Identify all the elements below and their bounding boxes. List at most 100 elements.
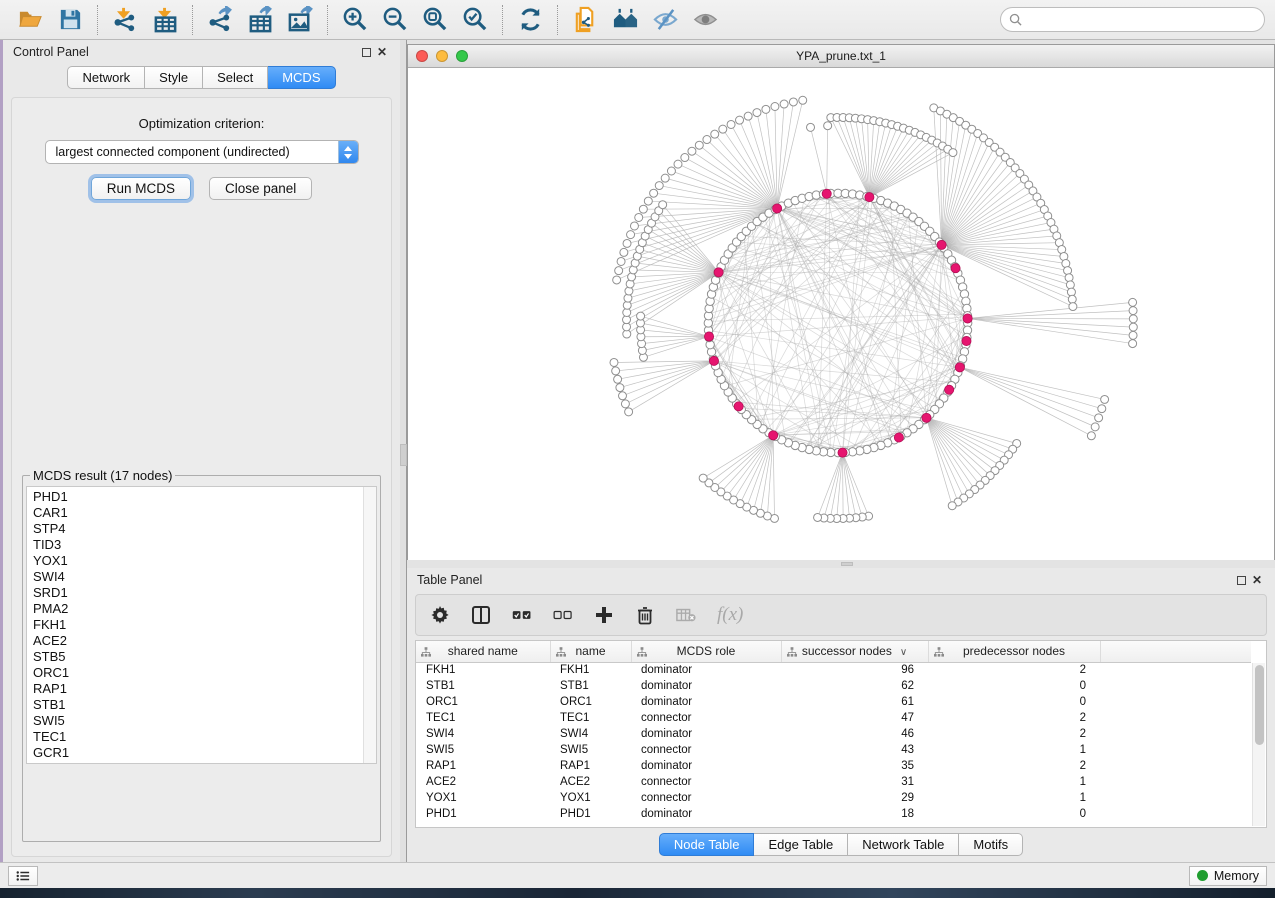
show-columns-button[interactable] [471, 600, 491, 630]
deselect-all-rows-button[interactable] [553, 600, 573, 630]
export-network-button[interactable] [200, 3, 240, 37]
result-node-item[interactable]: SWI5 [33, 713, 370, 729]
result-node-item[interactable]: STP4 [33, 521, 370, 537]
export-image-button[interactable] [280, 3, 320, 37]
run-mcds-button[interactable]: Run MCDS [91, 177, 191, 200]
splitter-handle[interactable] [841, 562, 853, 566]
show-all-button[interactable] [685, 3, 725, 37]
result-node-item[interactable]: TID3 [33, 537, 370, 553]
network-canvas[interactable] [408, 68, 1274, 560]
optimization-criterion-select[interactable]: largest connected component (undirected) [45, 140, 359, 164]
save-session-button[interactable] [50, 3, 90, 37]
result-node-item[interactable]: ORC1 [33, 665, 370, 681]
select-all-rows-button[interactable] [512, 600, 532, 630]
tab-motifs[interactable]: Motifs [959, 833, 1023, 856]
table-row[interactable]: SWI5SWI5connector431 [416, 742, 1251, 758]
table-row[interactable]: YOX1YOX1connector291 [416, 790, 1251, 806]
add-column-button[interactable] [594, 600, 614, 630]
result-node-item[interactable]: YOX1 [33, 553, 370, 569]
first-neighbors-button[interactable] [605, 3, 645, 37]
result-node-item[interactable]: STB1 [33, 697, 370, 713]
tab-select[interactable]: Select [203, 66, 268, 89]
function-builder-button[interactable]: f(x) [717, 604, 743, 626]
zoom-out-button[interactable] [375, 3, 415, 37]
tab-mcds[interactable]: MCDS [268, 66, 335, 89]
result-node-item[interactable]: PHD1 [33, 489, 370, 505]
table-row[interactable]: ORC1ORC1dominator610 [416, 694, 1251, 710]
table-row[interactable]: FKH1FKH1dominator962 [416, 662, 1251, 678]
result-node-item[interactable]: STB5 [33, 649, 370, 665]
mcds-result-groupbox: MCDS result (17 nodes) PHD1CAR1STP4TID3Y… [22, 468, 381, 842]
table-body: FKH1FKH1dominator962STB1STB1dominator620… [416, 662, 1251, 822]
memory-button[interactable]: Memory [1189, 866, 1267, 886]
result-node-item[interactable]: SWI4 [33, 569, 370, 585]
column-header-shared-name[interactable]: shared name [416, 641, 550, 662]
result-node-item[interactable]: RAP1 [33, 681, 370, 697]
result-node-item[interactable]: GCR1 [33, 745, 370, 761]
column-header-successor-nodes[interactable]: successor nodes∨ [781, 641, 928, 662]
right-area: YPA_prune.txt_1 Table Panel ✕ [407, 40, 1275, 862]
close-panel-button[interactable]: ✕ [374, 44, 390, 60]
float-panel-button[interactable] [1233, 572, 1249, 588]
memory-label: Memory [1214, 869, 1259, 883]
result-node-item[interactable]: FKH1 [33, 617, 370, 633]
tab-style[interactable]: Style [145, 66, 203, 89]
table-row[interactable]: TEC1TEC1connector472 [416, 710, 1251, 726]
table-row[interactable]: STB1STB1dominator620 [416, 678, 1251, 694]
result-node-item[interactable]: PMA2 [33, 601, 370, 617]
import-network-button[interactable] [105, 3, 145, 37]
zoom-selected-button[interactable] [455, 3, 495, 37]
zoom-in-button[interactable] [335, 3, 375, 37]
result-list-scrollbar[interactable] [363, 487, 376, 763]
float-panel-button[interactable] [358, 44, 374, 60]
vertical-splitter[interactable] [400, 40, 407, 862]
table-options-gear-button[interactable] [430, 600, 450, 630]
column-header-predecessor-nodes[interactable]: predecessor nodes [928, 641, 1100, 662]
mcds-result-items: PHD1CAR1STP4TID3YOX1SWI4SRD1PMA2FKH1ACE2… [27, 487, 376, 763]
zoom-fit-button[interactable] [415, 3, 455, 37]
tab-network-table[interactable]: Network Table [848, 833, 959, 856]
main-toolbar [0, 0, 1275, 40]
node-table: shared namenameMCDS rolesuccessor nodes∨… [415, 640, 1267, 828]
status-bar: Memory [0, 862, 1275, 888]
control-tabbar: NetworkStyleSelectMCDS [3, 60, 400, 93]
close-panel-button[interactable]: ✕ [1249, 572, 1265, 588]
tab-edge-table[interactable]: Edge Table [754, 833, 848, 856]
apply-layout-button[interactable] [510, 3, 550, 37]
close-panel-action-button[interactable]: Close panel [209, 177, 312, 200]
search-input[interactable] [1027, 13, 1256, 27]
sort-desc-icon: ∨ [900, 647, 907, 658]
column-header-MCDS-role[interactable]: MCDS role [631, 641, 781, 662]
export-table-button[interactable] [240, 3, 280, 37]
scrollbar-thumb[interactable] [1255, 665, 1264, 745]
task-history-button[interactable] [8, 866, 38, 886]
table-row[interactable]: ACE2ACE2connector311 [416, 774, 1251, 790]
import-table-button[interactable] [145, 3, 185, 37]
table-tabbar: Node TableEdge TableNetwork TableMotifs [407, 828, 1275, 862]
destroy-table-icon [676, 605, 696, 625]
tab-node-table[interactable]: Node Table [659, 833, 755, 856]
result-node-item[interactable]: SRD1 [33, 585, 370, 601]
control-panel: Control Panel ✕ NetworkStyleSelectMCDS O… [3, 40, 400, 862]
delete-column-button[interactable] [635, 600, 655, 630]
open-file-button[interactable] [10, 3, 50, 37]
hide-selected-button[interactable] [645, 3, 685, 37]
network-title: YPA_prune.txt_1 [408, 49, 1274, 63]
splitter-handle[interactable] [400, 444, 407, 466]
mcds-result-list: PHD1CAR1STP4TID3YOX1SWI4SRD1PMA2FKH1ACE2… [26, 486, 377, 764]
column-header-name[interactable]: name [550, 641, 631, 662]
tab-network[interactable]: Network [67, 66, 145, 89]
result-node-item[interactable]: TEC1 [33, 729, 370, 745]
table-row[interactable]: SWI4SWI4dominator462 [416, 726, 1251, 742]
column-namespace-icon [787, 647, 797, 657]
table-scrollbar[interactable] [1252, 663, 1265, 826]
new-network-from-selection-button[interactable] [565, 3, 605, 37]
table-panel-titlebar: Table Panel ✕ [407, 568, 1275, 592]
selected-option: largest connected component (undirected) [46, 145, 338, 159]
table-row[interactable]: RAP1RAP1dominator352 [416, 758, 1251, 774]
result-node-item[interactable]: ACE2 [33, 633, 370, 649]
horizontal-splitter[interactable] [407, 560, 1275, 568]
destroy-table-button[interactable] [676, 600, 696, 630]
table-row[interactable]: PHD1PHD1dominator180 [416, 806, 1251, 822]
result-node-item[interactable]: CAR1 [33, 505, 370, 521]
